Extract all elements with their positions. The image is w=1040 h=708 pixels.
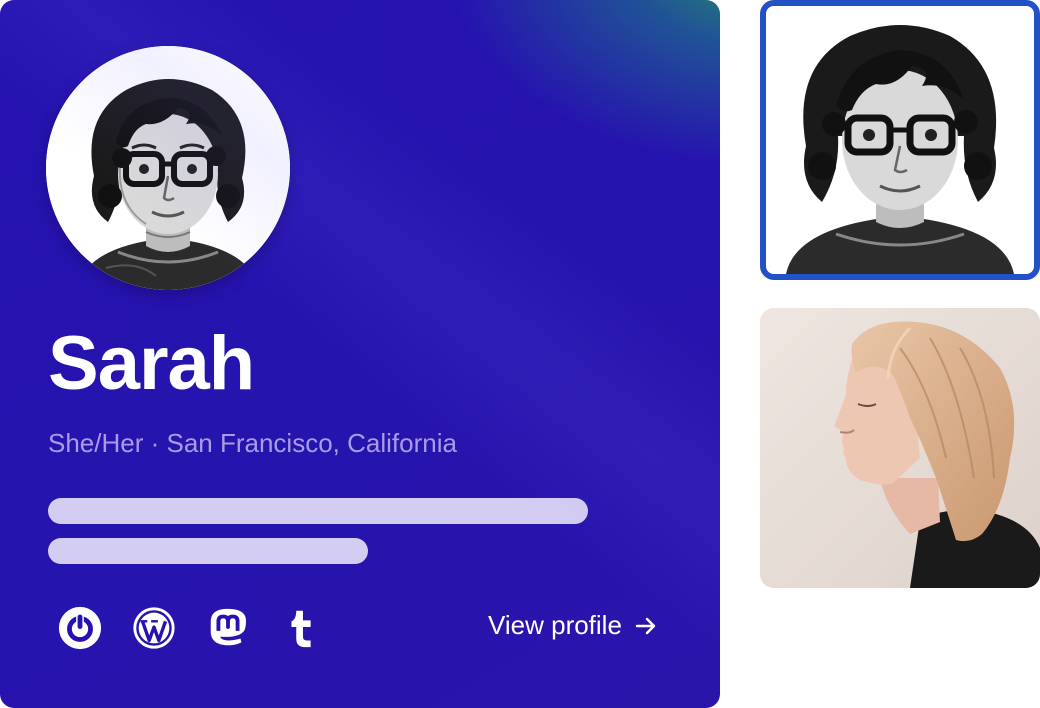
thumbnail-photo-portrait[interactable] <box>760 308 1040 588</box>
thumbnail-illustrated-portrait[interactable] <box>760 0 1040 280</box>
social-links <box>56 604 326 652</box>
placeholder-bar <box>48 498 588 524</box>
illustrated-portrait-avatar-icon <box>46 46 290 290</box>
wordpress-icon[interactable] <box>130 604 178 652</box>
photo-portrait-icon <box>760 308 1040 588</box>
mastodon-icon[interactable] <box>204 604 252 652</box>
illustrated-portrait-icon <box>766 6 1034 274</box>
tumblr-icon[interactable] <box>278 604 326 652</box>
view-profile-link[interactable]: View profile <box>488 610 658 641</box>
avatar <box>46 46 290 290</box>
profile-card: Sarah She/Her · San Francisco, Californi… <box>0 0 720 708</box>
arrow-right-icon <box>635 617 656 634</box>
view-profile-label: View profile <box>488 610 622 640</box>
profile-name: Sarah <box>48 321 255 406</box>
placeholder-bar <box>48 538 368 564</box>
power-logo-icon[interactable] <box>56 604 104 652</box>
profile-gallery: Sarah She/Her · San Francisco, Californi… <box>0 0 1040 708</box>
profile-subtitle: She/Her · San Francisco, California <box>48 428 457 458</box>
